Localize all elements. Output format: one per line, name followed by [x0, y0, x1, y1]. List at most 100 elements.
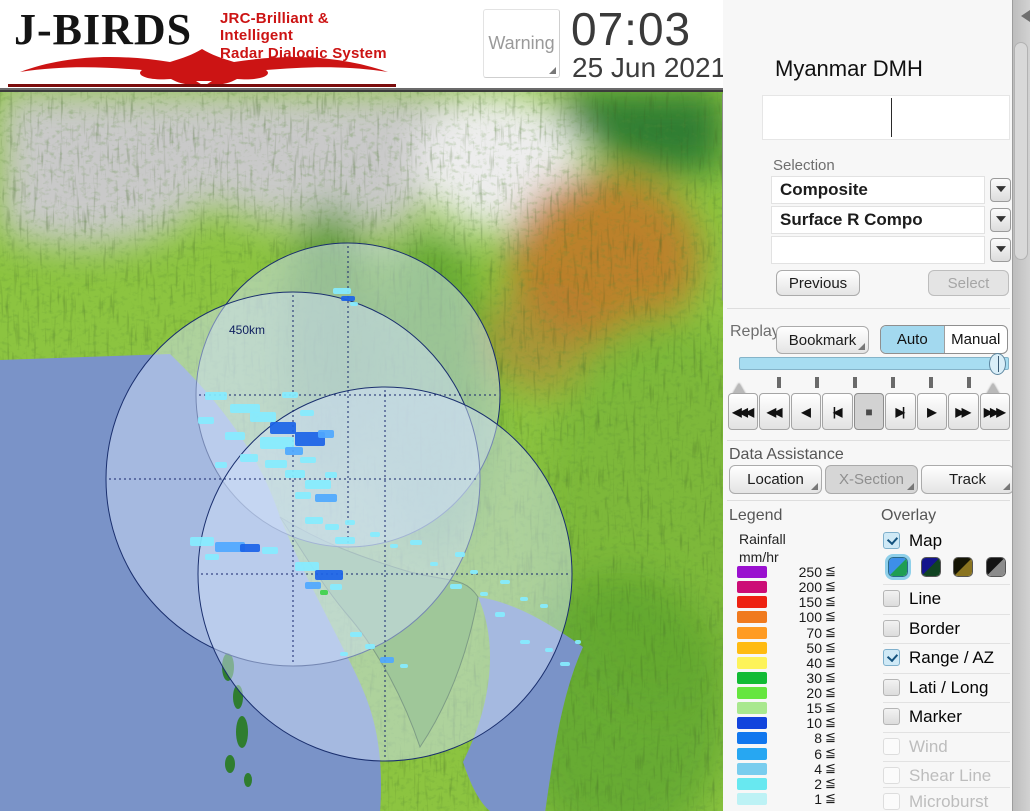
- legend-color-swatch: [737, 792, 767, 805]
- collapse-panel-arrow-icon[interactable]: [1015, 10, 1030, 22]
- fast-forward-button[interactable]: ▶▶: [948, 393, 979, 430]
- select-button[interactable]: Select: [928, 270, 1009, 296]
- legend-row: 8 ≦: [737, 729, 867, 747]
- clock-time: 07:03: [571, 3, 692, 55]
- replay-slider-track[interactable]: [739, 357, 1009, 370]
- legend-color-swatch: [737, 747, 767, 760]
- location-button[interactable]: Location: [729, 465, 822, 494]
- overlay-option-label: Lati / Long: [909, 678, 989, 697]
- legend-color-swatch: [737, 717, 767, 730]
- style-black-olive[interactable]: [953, 557, 973, 577]
- fast-rewind-button[interactable]: ◀◀◀: [728, 393, 759, 430]
- fastest-forward-button[interactable]: ▶▶▶: [979, 393, 1010, 430]
- legend-value: 1: [814, 790, 822, 807]
- slider-tick: [853, 377, 857, 388]
- legend-row: 200 ≦: [737, 578, 867, 595]
- style-navy-green[interactable]: [920, 557, 941, 577]
- echo-cell: [300, 410, 314, 416]
- legend-value: 8: [814, 730, 822, 747]
- echo-cell: [575, 640, 581, 644]
- style-black-gray[interactable]: [985, 557, 1006, 577]
- menu-corner-icon: [549, 67, 556, 74]
- play-backward-button[interactable]: ◀: [790, 393, 822, 430]
- overlay-option-label: Border: [909, 619, 961, 638]
- track-button[interactable]: Track: [921, 465, 1014, 494]
- replay-section-label: Replay: [730, 323, 780, 340]
- selection-section-label: Selection: [773, 157, 835, 174]
- legend-row: 100 ≦: [737, 608, 867, 625]
- eagle-icon: [20, 49, 388, 86]
- dropdown-arrow-button[interactable]: [990, 238, 1011, 262]
- checkbox-overlay-line[interactable]: [883, 590, 900, 607]
- warning-button[interactable]: Warning: [483, 9, 560, 78]
- legend-leq-symbol: ≦: [825, 744, 836, 760]
- overlay-divider: [883, 702, 1010, 703]
- echo-cell: [295, 492, 311, 499]
- step-forward-button[interactable]: ▶|: [885, 393, 916, 430]
- echo-cell: [205, 554, 219, 560]
- button-label: Location: [747, 471, 804, 488]
- rewind-button[interactable]: ◀◀: [759, 393, 790, 430]
- legend-row: 250 ≦: [737, 563, 867, 580]
- overlay-option-label: Shear Line: [909, 766, 992, 785]
- echo-cell: [215, 462, 227, 468]
- overlay-option-label: Line: [909, 589, 942, 608]
- legend-leq-symbol: ≦: [825, 608, 836, 624]
- legend-color-swatch: [737, 687, 767, 700]
- checkbox-overlay-map[interactable]: [883, 532, 900, 549]
- overlay-map: Map: [883, 531, 1010, 553]
- checkbox-overlay-border[interactable]: [883, 620, 900, 637]
- button-label: Track: [949, 471, 986, 488]
- legend-row: 40 ≦: [737, 654, 867, 671]
- stop-button[interactable]: ■: [853, 393, 885, 430]
- echo-cell: [285, 447, 303, 455]
- echo-cell: [262, 547, 278, 554]
- overlay-divider: [883, 584, 1010, 585]
- legend-color-swatch: [737, 611, 767, 624]
- echo-cell: [315, 494, 337, 502]
- control-panel: Myanmar DMH Selection Composite Surface R…: [723, 0, 1014, 811]
- legend-color-swatch: [737, 671, 767, 684]
- legend-row: 50 ≦: [737, 638, 867, 656]
- auto-mode-button[interactable]: Auto: [881, 326, 944, 353]
- chevron-down-icon: [995, 186, 1006, 197]
- bookmark-button[interactable]: Bookmark: [776, 326, 869, 354]
- legend-leq-symbol: ≦: [825, 729, 836, 745]
- overlay-option-label: Range / AZ: [909, 648, 995, 667]
- legend-row: 20 ≦: [737, 684, 867, 701]
- legend-row: 70 ≦: [737, 624, 867, 641]
- legend-leq-symbol: ≦: [825, 638, 836, 654]
- echo-cell: [520, 640, 530, 644]
- dropdown-arrow-button[interactable]: [990, 178, 1011, 202]
- style-blue-green[interactable]: [888, 557, 908, 577]
- x-section-button[interactable]: X-Section: [825, 465, 918, 494]
- replay-slider-thumb[interactable]: [989, 353, 1006, 375]
- edge-scroll-tab[interactable]: [1014, 42, 1028, 260]
- echo-cell: [305, 480, 331, 489]
- echo-cell: [520, 597, 528, 601]
- overlay-divider: [883, 643, 1010, 644]
- manual-mode-button[interactable]: Manual: [943, 326, 1008, 353]
- checkbox-overlay-lati-long[interactable]: [883, 679, 900, 696]
- checkbox-overlay-range-az[interactable]: [883, 649, 900, 666]
- overlay-shear-line: Shear Line: [883, 766, 1010, 788]
- overlay-divider: [883, 614, 1010, 615]
- map-canvas[interactable]: 450km: [0, 90, 723, 811]
- legend-row: 30 ≦: [737, 669, 867, 686]
- echo-cell: [240, 544, 260, 552]
- echo-cell: [350, 302, 358, 306]
- legend-row: 150 ≦: [737, 593, 867, 610]
- overlay-option-label: Wind: [909, 737, 948, 756]
- dropdown-arrow-button[interactable]: [990, 208, 1011, 232]
- play-button[interactable]: ▶: [916, 393, 948, 430]
- echo-cell: [198, 417, 214, 424]
- legend-value: 40: [806, 654, 822, 671]
- echo-cell: [325, 524, 339, 530]
- step-backward-button[interactable]: |◀: [822, 393, 853, 430]
- echo-cell: [230, 404, 260, 413]
- overlay-option-label: Marker: [909, 707, 962, 726]
- checkbox-overlay-marker[interactable]: [883, 708, 900, 725]
- legend-row: 1 ≦: [737, 790, 867, 807]
- dropdown-value: Composite: [771, 176, 985, 204]
- previous-button[interactable]: Previous: [776, 270, 860, 296]
